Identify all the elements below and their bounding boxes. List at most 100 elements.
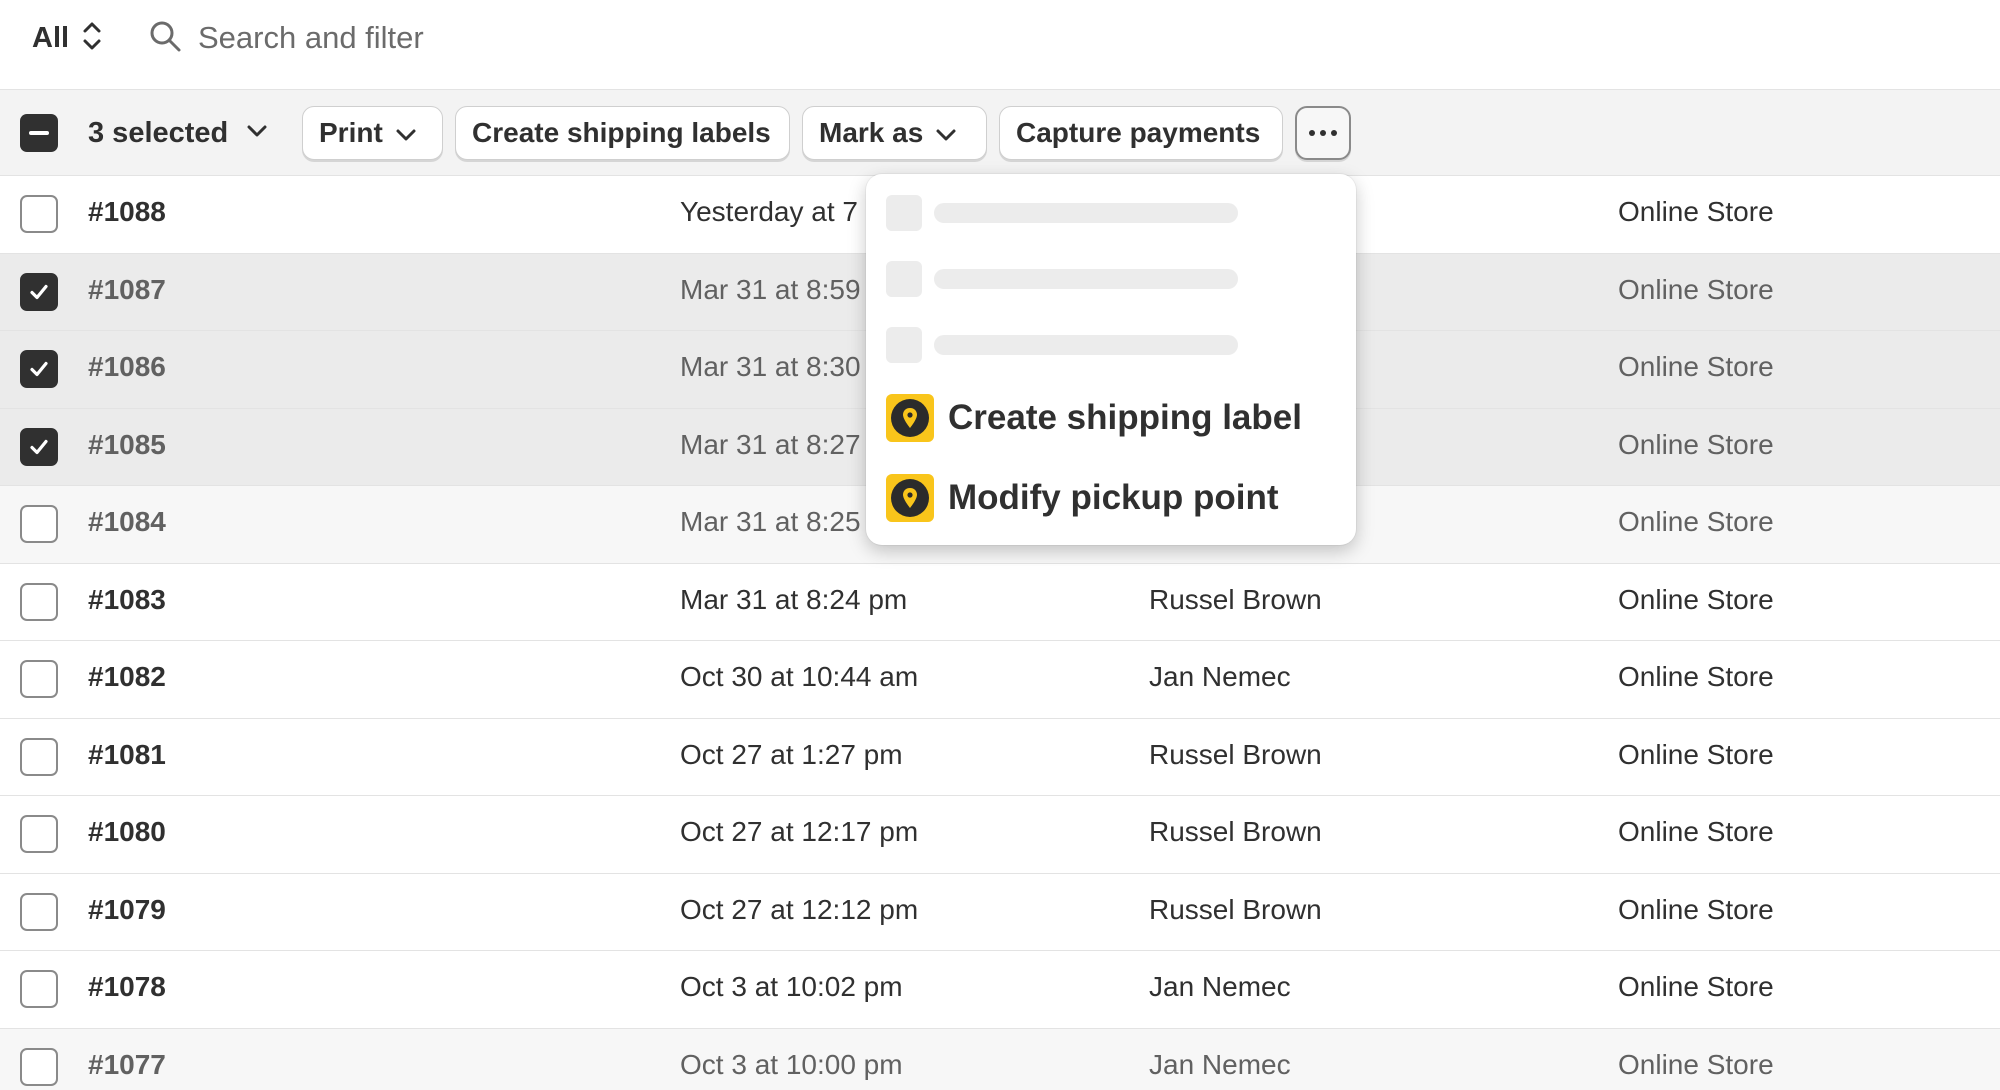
table-row[interactable]: #1082 Oct 30 at 10:44 am Jan Nemec Onlin… xyxy=(0,641,2000,719)
customer-name: Russel Brown xyxy=(1149,738,1322,770)
chevron-down-icon xyxy=(395,117,417,149)
order-number: #1082 xyxy=(88,661,166,692)
customer-name: Jan Nemec xyxy=(1149,661,1291,692)
order-date: Oct 30 at 10:44 am xyxy=(680,661,919,692)
create-shipping-labels-button[interactable]: Create shipping labels xyxy=(455,106,790,160)
order-date: Oct 27 at 12:12 pm xyxy=(680,893,919,925)
order-date: Mar 31 at 8:24 pm xyxy=(680,583,908,615)
order-number: #1083 xyxy=(88,583,166,615)
sales-channel: Online Store xyxy=(1618,506,1774,537)
order-date: Mar 31 at 8:27 xyxy=(680,428,861,460)
bulk-actions-bar: 3 selected Print Create shipping labels … xyxy=(0,90,2000,176)
row-checkbox[interactable] xyxy=(20,1047,58,1086)
order-number: #1088 xyxy=(88,196,166,227)
table-row[interactable]: #1083 Mar 31 at 8:24 pm Russel Brown Onl… xyxy=(0,563,2000,641)
order-number: #1086 xyxy=(88,351,166,382)
sales-channel: Online Store xyxy=(1618,971,1774,1002)
search-bar xyxy=(148,12,868,64)
sales-channel: Online Store xyxy=(1618,816,1774,847)
customer-name: Jan Nemec xyxy=(1149,1048,1291,1080)
order-number: #1080 xyxy=(88,816,166,847)
order-number: #1078 xyxy=(88,971,166,1002)
sales-channel: Online Store xyxy=(1618,583,1774,615)
row-checkbox[interactable] xyxy=(20,815,58,853)
create-shipping-labels-label: Create shipping labels xyxy=(472,117,771,148)
order-date: Yesterday at 7 xyxy=(680,196,858,227)
row-checkbox[interactable] xyxy=(20,892,58,931)
menu-item-modify-pickup-point[interactable]: Modify pickup point xyxy=(886,472,1336,524)
capture-payments-button[interactable]: Capture payments xyxy=(999,106,1283,160)
checkmark-icon xyxy=(30,439,48,454)
customer-name: Jan Nemec xyxy=(1149,971,1291,1002)
table-row[interactable]: #1079 Oct 27 at 12:12 pm Russel Brown On… xyxy=(0,873,2000,951)
order-date: Oct 3 at 10:00 pm xyxy=(680,1048,903,1080)
menu-item-label: Modify pickup point xyxy=(948,478,1279,517)
selected-count-dropdown[interactable]: 3 selected xyxy=(88,112,268,154)
order-date: Mar 31 at 8:59 xyxy=(680,273,861,305)
order-number: #1085 xyxy=(88,428,166,460)
order-date: Mar 31 at 8:30 xyxy=(680,351,861,382)
pickup-point-app-icon xyxy=(886,474,934,522)
view-selector-label: All xyxy=(32,21,70,54)
sales-channel: Online Store xyxy=(1618,661,1774,692)
select-all-checkbox[interactable] xyxy=(20,114,58,152)
table-row[interactable]: #1080 Oct 27 at 12:17 pm Russel Brown On… xyxy=(0,796,2000,874)
capture-payments-label: Capture payments xyxy=(1016,117,1261,148)
sales-channel: Online Store xyxy=(1618,738,1774,770)
sales-channel: Online Store xyxy=(1618,893,1774,925)
view-selector[interactable]: All xyxy=(32,18,103,58)
table-row[interactable]: #1078 Oct 3 at 10:02 pm Jan Nemec Online… xyxy=(0,951,2000,1029)
table-row[interactable]: #1081 Oct 27 at 1:27 pm Russel Brown Onl… xyxy=(0,718,2000,796)
loading-skeleton-item xyxy=(886,260,1238,298)
sales-channel: Online Store xyxy=(1618,196,1774,227)
row-checkbox[interactable] xyxy=(20,737,58,776)
search-icon xyxy=(148,19,182,58)
selected-count-label: 3 selected xyxy=(88,116,229,149)
print-button-label: Print xyxy=(319,117,383,148)
loading-skeleton-item xyxy=(886,326,1238,364)
checkmark-icon xyxy=(30,361,48,377)
order-date: Oct 3 at 10:02 pm xyxy=(680,971,903,1002)
order-number: #1079 xyxy=(88,893,166,925)
pickup-point-app-icon xyxy=(886,394,934,442)
sales-channel: Online Store xyxy=(1618,351,1774,382)
mark-as-label: Mark as xyxy=(819,117,924,148)
mark-as-button[interactable]: Mark as xyxy=(802,106,987,160)
more-horizontal-icon xyxy=(1309,130,1337,136)
menu-item-label: Create shipping label xyxy=(948,398,1302,437)
sales-channel: Online Store xyxy=(1618,428,1774,460)
more-actions-menu: Create shipping label Modify pickup poin… xyxy=(866,174,1356,545)
customer-name: Russel Brown xyxy=(1149,583,1322,615)
indeterminate-icon xyxy=(29,131,49,135)
print-button[interactable]: Print xyxy=(302,106,443,160)
table-row[interactable]: #1077 Oct 3 at 10:00 pm Jan Nemec Online… xyxy=(0,1028,2000,1090)
row-checkbox[interactable] xyxy=(20,350,58,388)
order-date: Oct 27 at 1:27 pm xyxy=(680,738,903,770)
more-actions-button[interactable] xyxy=(1295,106,1351,160)
filter-bar: All xyxy=(0,0,2000,90)
row-checkbox[interactable] xyxy=(20,505,58,543)
customer-name: Russel Brown xyxy=(1149,816,1322,847)
row-checkbox[interactable] xyxy=(20,427,58,466)
sales-channel: Online Store xyxy=(1618,273,1774,305)
orders-page: All 3 selected xyxy=(0,0,2000,1090)
sort-arrows-icon xyxy=(81,21,103,56)
checkmark-icon xyxy=(30,284,48,299)
order-number: #1084 xyxy=(88,506,166,537)
search-input[interactable] xyxy=(198,20,838,56)
loading-skeleton-item xyxy=(886,194,1238,232)
row-checkbox[interactable] xyxy=(20,272,58,311)
order-date: Mar 31 at 8:25 xyxy=(680,506,861,537)
row-checkbox[interactable] xyxy=(20,582,58,621)
chevron-down-icon xyxy=(246,124,268,143)
row-checkbox[interactable] xyxy=(20,195,58,233)
chevron-down-icon xyxy=(935,117,957,149)
row-checkbox[interactable] xyxy=(20,660,58,698)
menu-item-create-shipping-label[interactable]: Create shipping label xyxy=(886,392,1336,444)
order-date: Oct 27 at 12:17 pm xyxy=(680,816,919,847)
customer-name: Russel Brown xyxy=(1149,893,1322,925)
row-checkbox[interactable] xyxy=(20,970,58,1008)
order-number: #1077 xyxy=(88,1048,166,1080)
sales-channel: Online Store xyxy=(1618,1048,1774,1080)
order-number: #1081 xyxy=(88,738,166,770)
